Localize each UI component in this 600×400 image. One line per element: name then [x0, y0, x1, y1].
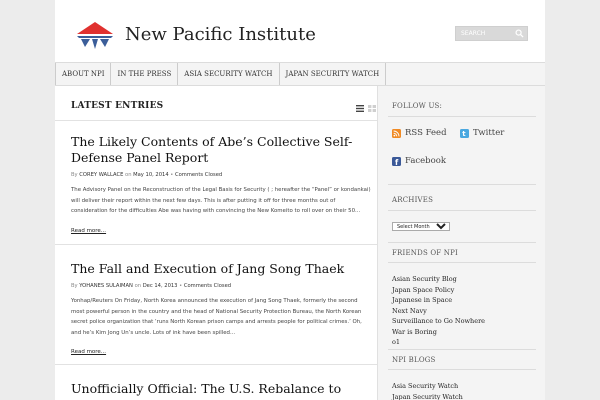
- divider: [55, 120, 377, 121]
- npi-blogs-list: Asia Security Watch Japan Security Watch: [392, 381, 463, 400]
- twitter-label: Twitter: [473, 128, 505, 138]
- friend-link-surveillance[interactable]: Surveillance to Go Nowhere: [392, 316, 485, 327]
- rss-feed-link[interactable]: RSS Feed: [392, 128, 447, 138]
- archives-heading: ARCHIVES: [392, 196, 434, 204]
- post-date: Dec 14, 2013: [142, 283, 178, 289]
- rss-icon: [392, 128, 401, 138]
- facebook-label: Facebook: [405, 156, 447, 166]
- post-comments-status: Comments Closed: [175, 172, 223, 178]
- post-excerpt: The Advisory Panel on the Reconstruction…: [71, 187, 371, 214]
- divider: [55, 244, 377, 245]
- friend-link-next-navy[interactable]: Next Navy: [392, 306, 485, 317]
- rss-label: RSS Feed: [405, 128, 447, 138]
- friends-of-npi-heading: FRIENDS OF NPI: [392, 249, 458, 257]
- divider: [388, 349, 536, 350]
- divider: [388, 242, 536, 243]
- post-date: May 10, 2014: [133, 172, 169, 178]
- friend-link-japan-space-policy[interactable]: Japan Space Policy: [392, 285, 485, 296]
- meta-separator: •: [170, 172, 174, 178]
- twitter-link[interactable]: t Twitter: [460, 128, 504, 138]
- twitter-icon: t: [460, 128, 469, 138]
- search-input[interactable]: [456, 27, 512, 40]
- npi-blogs-heading: NPI BLOGS: [392, 356, 436, 364]
- friend-link-o1[interactable]: o1: [392, 337, 485, 348]
- facebook-icon: f: [392, 156, 401, 166]
- latest-entries-heading: LATEST ENTRIES: [71, 101, 164, 111]
- post-title[interactable]: The Fall and Execution of Jang Song Thae…: [71, 261, 371, 277]
- read-more-link[interactable]: Read more...: [71, 349, 106, 355]
- post-meta: By YOHANES SULAIMAN on Dec 14, 2013 • Co…: [71, 283, 371, 289]
- post-title[interactable]: The Likely Contents of Abe’s Collective …: [71, 134, 371, 166]
- search-icon[interactable]: [515, 29, 524, 38]
- blog-link-japan-security-watch[interactable]: Japan Security Watch: [392, 392, 463, 400]
- blog-link-asia-security-watch[interactable]: Asia Security Watch: [392, 381, 463, 392]
- divider: [388, 184, 536, 185]
- post-author[interactable]: YOHANES SULAIMAN: [79, 283, 133, 289]
- facebook-link[interactable]: f Facebook: [392, 156, 446, 166]
- friend-link-war-is-boring[interactable]: War is Boring: [392, 327, 485, 338]
- divider: [55, 364, 377, 365]
- post-comments-status: Comments Closed: [183, 283, 232, 289]
- archives-month-select[interactable]: Select Month: [392, 222, 450, 231]
- friend-link-asian-security-blog[interactable]: Asian Security Blog: [392, 274, 485, 285]
- post-title[interactable]: Unofficially Official: The U.S. Rebalanc…: [71, 381, 371, 400]
- divider: [388, 116, 536, 117]
- site-header: New Pacific Institute: [55, 0, 545, 62]
- divider: [388, 262, 536, 263]
- nav-item-asia-security-watch[interactable]: ASIA SECURITY WATCH: [177, 63, 278, 85]
- main-content: LATEST ENTRIES The Likely Contents of Ab…: [55, 86, 377, 400]
- meta-separator: •: [179, 283, 183, 289]
- nav-item-about[interactable]: ABOUT NPI: [55, 63, 110, 85]
- grid-view-icon[interactable]: [368, 105, 376, 112]
- npi-logo-icon[interactable]: [73, 20, 117, 50]
- follow-us-heading: FOLLOW US:: [392, 102, 443, 110]
- post-item: The Likely Contents of Abe’s Collective …: [71, 134, 371, 236]
- search-box: [455, 26, 528, 41]
- post-excerpt: Yonhap/Reuters On Friday, North Korea an…: [71, 298, 362, 336]
- post-item: The Fall and Execution of Jang Song Thae…: [71, 261, 371, 357]
- read-more-link[interactable]: Read more...: [71, 228, 106, 234]
- post-item: Unofficially Official: The U.S. Rebalanc…: [71, 381, 371, 400]
- post-author[interactable]: COREY WALLACE: [79, 172, 123, 178]
- meta-on: on: [134, 283, 142, 289]
- list-view-icon[interactable]: [356, 105, 364, 112]
- meta-on: on: [125, 172, 132, 178]
- friends-list: Asian Security Blog Japan Space Policy J…: [392, 274, 485, 348]
- nav-item-in-the-press[interactable]: IN THE PRESS: [110, 63, 177, 85]
- divider: [388, 210, 536, 211]
- nav-item-japan-security-watch[interactable]: JAPAN SECURITY WATCH: [278, 63, 387, 85]
- meta-by: By: [71, 172, 78, 178]
- friend-link-japanese-in-space[interactable]: Japanese in Space: [392, 295, 485, 306]
- main-nav: ABOUT NPI IN THE PRESS ASIA SECURITY WAT…: [55, 62, 545, 86]
- meta-by: By: [71, 283, 78, 289]
- sidebar: FOLLOW US: RSS Feed t Twitter f Facebook…: [377, 86, 545, 400]
- divider: [388, 369, 536, 370]
- site-title[interactable]: New Pacific Institute: [125, 24, 316, 45]
- post-meta: By COREY WALLACE on May 10, 2014 • Comme…: [71, 172, 371, 178]
